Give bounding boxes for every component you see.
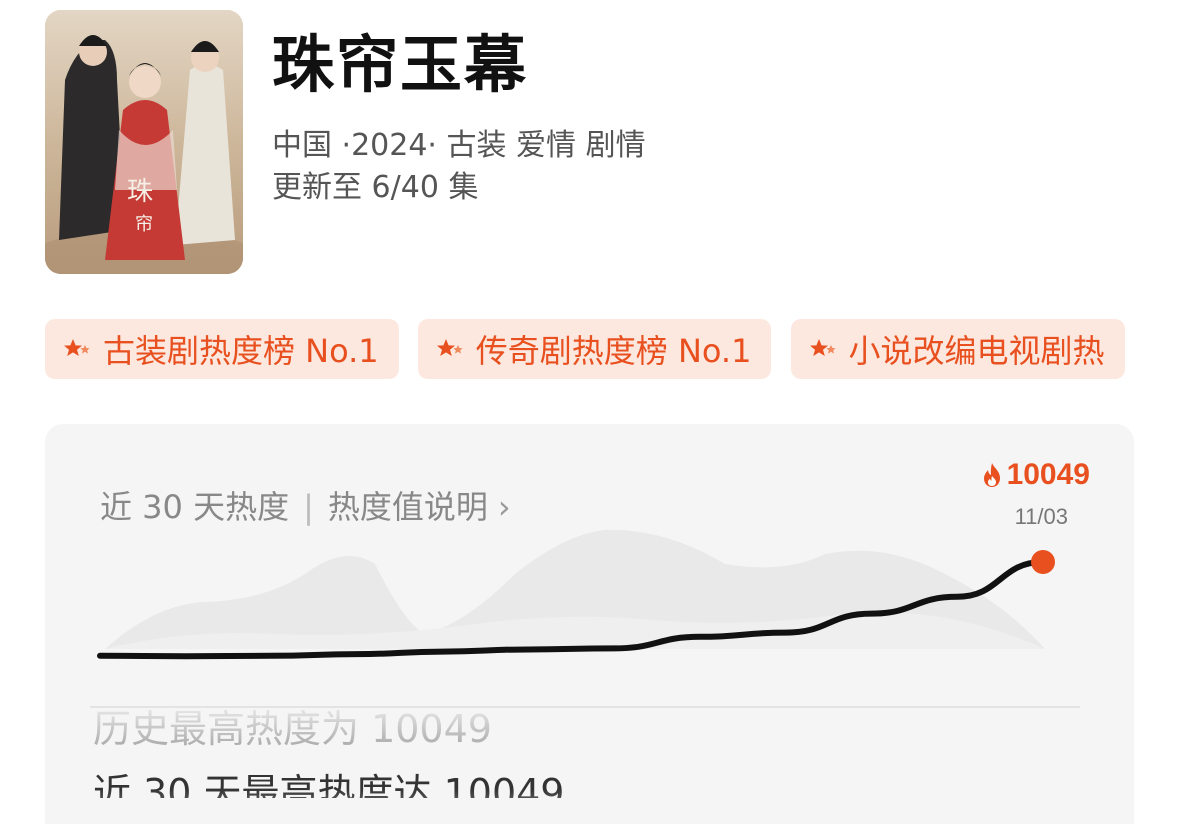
star-badge-icon [436,339,463,356]
heat-period-label: 近 30 天热度 [100,488,290,526]
latest-heat-value: 10049 [981,458,1090,492]
latest-point-marker [1031,550,1055,574]
svg-text:帘: 帘 [135,214,153,235]
show-poster[interactable]: 珠 帘 [45,10,243,274]
poster-image: 珠 帘 [45,10,243,274]
svg-text:珠: 珠 [127,177,153,207]
card-divider [90,706,1080,708]
thirty-day-peak-stat: 近 30 天最高热度达 10049 [93,771,565,798]
all-time-peak-stat: 历史最高热度为 10049 [93,710,492,746]
star-badge-icon [64,339,90,356]
latest-heat-date: 11/03 [1014,504,1068,529]
heat-header: 近 30 天热度 | 热度值说明 › [100,482,511,528]
episode-progress: 更新至 6/40 集 [272,170,479,205]
ranking-tag[interactable]: 传奇剧热度榜 No.1 [417,319,772,379]
ranking-tag[interactable]: 小说改编电视剧热 [790,319,1125,379]
latest-heat-number: 10049 [1006,458,1090,491]
show-meta: 中国 ·2024· 古装 爱情 剧情 [272,128,646,163]
ranking-tag-label: 传奇剧热度榜 No.1 [475,332,752,370]
header-separator: | [303,488,314,526]
flame-icon [983,463,1000,487]
ranking-tag[interactable]: 古装剧热度榜 No.1 [45,319,399,379]
chevron-right-icon[interactable]: › [498,488,511,526]
heat-explain-link[interactable]: 热度值说明 [328,488,488,526]
ranking-tag-label: 小说改编电视剧热 [848,332,1105,370]
star-badge-icon [809,339,836,356]
heat-card: 近 30 天热度 | 热度值说明 › 10049 11/03 历史最高热度为 1004… [45,424,1134,824]
show-title: 珠帘玉幕 [272,28,529,101]
ranking-tag-label: 古装剧热度榜 No.1 [103,332,379,370]
ranking-tags: 古装剧热度榜 No.1 传奇剧热度榜 No.1 小说改编电视剧热 [45,319,1179,379]
